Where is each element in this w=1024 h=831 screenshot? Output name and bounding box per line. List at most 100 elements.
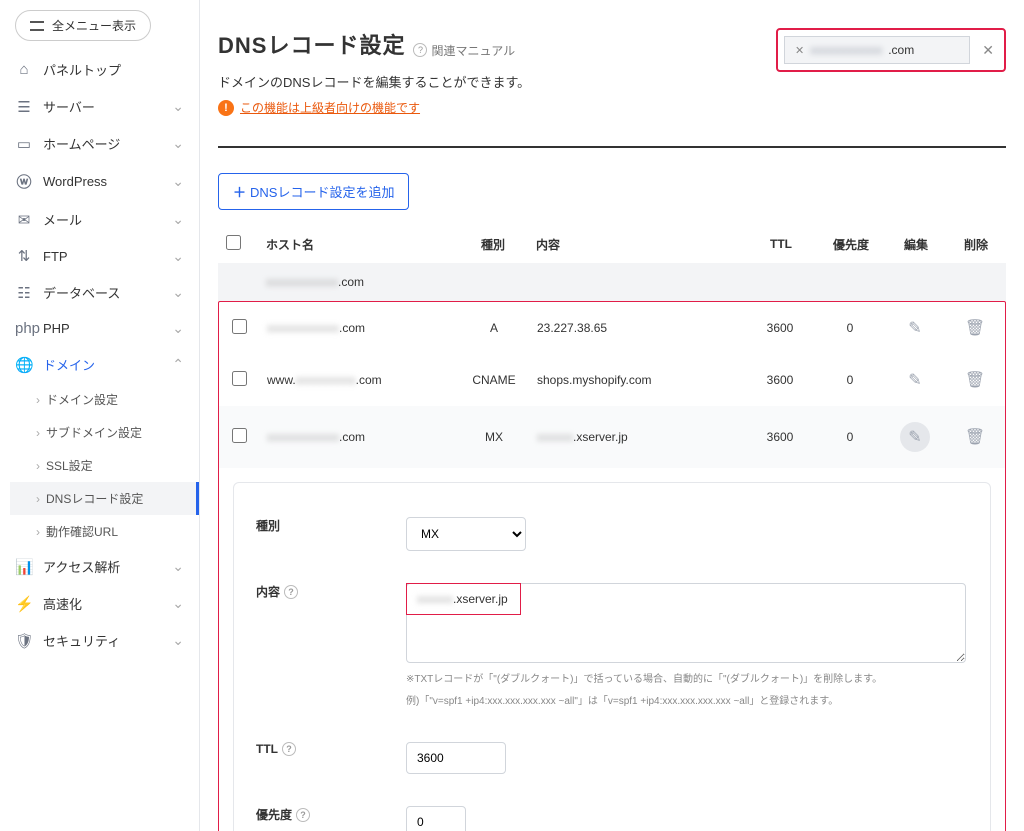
database-icon: ☷ [15, 284, 33, 302]
ttl-input[interactable] [406, 742, 506, 774]
priority-input[interactable] [406, 806, 466, 831]
help-icon[interactable]: ? [282, 742, 296, 756]
main-content: DNSレコード設定 ? 関連マニュアル ドメインのDNSレコードを編集することが… [200, 0, 1024, 831]
row-checkbox[interactable] [232, 319, 247, 334]
sidebar-item-panel-top[interactable]: ⌂パネルトップ [0, 51, 199, 88]
cell-priority: 0 [815, 354, 885, 406]
sidebar-item-label: メール [43, 210, 82, 229]
select-all-checkbox[interactable] [226, 235, 241, 250]
sidebar-item-server[interactable]: ☰ サーバー ⌄ [0, 88, 199, 125]
cell-ttl: 3600 [745, 302, 815, 354]
subnav-subdomain-settings[interactable]: サブドメイン設定 [10, 416, 199, 449]
sidebar-item-label: FTP [43, 249, 68, 264]
warning-icon: ! [218, 100, 234, 116]
edit-icon[interactable]: ✎ [908, 320, 921, 337]
plus-icon: ＋ [233, 182, 246, 201]
help-icon: ? [413, 43, 427, 57]
col-type: 種別 [458, 225, 528, 263]
edit-icon[interactable]: ✎ [900, 422, 930, 452]
sidebar-item-domain[interactable]: 🌐 ドメイン ⌃ [0, 346, 199, 383]
domain-chip[interactable]: ✕ xxxxxxxxxxxx .com [784, 36, 970, 64]
add-dns-record-button[interactable]: ＋ DNSレコード設定を追加 [218, 173, 409, 210]
sidebar-item-label: パネルトップ [43, 60, 121, 79]
sidebar-item-label: ドメイン [43, 355, 95, 374]
subnav-check-url[interactable]: 動作確認URL [10, 515, 199, 548]
ftp-icon: ⇅ [15, 247, 33, 265]
sidebar-item-speed[interactable]: ⚡高速化 ⌄ [0, 585, 199, 622]
hamburger-icon [30, 21, 44, 31]
records-highlight-box: xxxxxxxxxxxx.com A 23.227.38.65 3600 0 ✎… [218, 301, 1006, 831]
sidebar-item-label: PHP [43, 321, 70, 336]
sidebar-item-analytics[interactable]: 📊アクセス解析 ⌄ [0, 548, 199, 585]
header-separator [218, 146, 1006, 148]
help-icon[interactable]: ? [296, 808, 310, 822]
domain-subnav: ドメイン設定 サブドメイン設定 SSL設定 DNSレコード設定 動作確認URL [0, 383, 199, 548]
cell-ttl: 3600 [745, 406, 815, 468]
domain-name-redacted: xxxxxxxxxxxx [810, 43, 882, 57]
edit-record-panel: 種別 MX 内容? [233, 482, 991, 831]
sidebar-item-label: ホームページ [43, 134, 120, 153]
delete-icon[interactable]: 🗑 [965, 372, 985, 389]
delete-icon[interactable]: 🗑 [965, 429, 985, 446]
col-edit: 編集 [886, 225, 946, 263]
sidebar-item-label: データベース [43, 283, 120, 302]
cell-content: 23.227.38.65 [529, 302, 745, 354]
domain-suffix: .com [888, 43, 914, 57]
speed-icon: ⚡ [15, 595, 33, 613]
chevron-down-icon: ⌄ [172, 173, 184, 190]
dns-records-table: ホスト名 種別 内容 TTL 優先度 編集 削除 xxxxxxxxxxxx.co… [218, 225, 1006, 301]
content-help-2: 例)「"v=spf1 +ip4:xxx.xxx.xxx.xxx ~all"」は「… [406, 694, 968, 710]
content-help-1: ※TXTレコードが「"(ダブルクォート)」で括っている場合、自動的に「"(ダブル… [406, 672, 968, 688]
label-priority: 優先度 [256, 806, 292, 823]
chevron-down-icon: ⌄ [172, 284, 184, 301]
server-icon: ☰ [15, 98, 33, 116]
domain-group-row: xxxxxxxxxxxx.com [218, 263, 1006, 301]
subnav-ssl-settings[interactable]: SSL設定 [10, 449, 199, 482]
col-host: ホスト名 [258, 225, 458, 263]
sidebar-item-label: アクセス解析 [43, 557, 120, 576]
wordpress-icon: ⓦ [15, 171, 33, 192]
delete-icon[interactable]: 🗑 [965, 320, 985, 337]
sidebar-item-label: WordPress [43, 174, 107, 189]
content-textarea[interactable] [406, 583, 966, 663]
sidebar-item-label: サーバー [43, 97, 95, 116]
help-icon[interactable]: ? [284, 585, 298, 599]
dns-record-row: www.xxxxxxxxxx.com CNAME shops.myshopify… [219, 354, 1005, 406]
sidebar-item-homepage[interactable]: ▭ホームページ ⌄ [0, 125, 199, 162]
chevron-up-icon: ⌃ [172, 356, 184, 373]
col-delete: 削除 [946, 225, 1006, 263]
cell-content: shops.myshopify.com [529, 354, 745, 406]
col-ttl: TTL [746, 225, 816, 263]
col-priority: 優先度 [816, 225, 886, 263]
chevron-down-icon: ⌄ [172, 632, 184, 649]
chevron-down-icon: ⌄ [172, 135, 184, 152]
warning-link[interactable]: この機能は上級者向けの機能です [240, 99, 420, 116]
type-select[interactable]: MX [406, 517, 526, 551]
all-menu-button[interactable]: 全メニュー表示 [15, 10, 151, 41]
manual-link[interactable]: ? 関連マニュアル [413, 42, 515, 59]
chevron-down-icon: ⌄ [172, 98, 184, 115]
globe-icon: 🌐 [15, 356, 33, 374]
col-content: 内容 [528, 225, 746, 263]
subnav-domain-settings[interactable]: ドメイン設定 [10, 383, 199, 416]
clear-domain-icon[interactable]: ✕ [795, 44, 804, 57]
sidebar-item-mail[interactable]: ✉メール ⌄ [0, 201, 199, 238]
page-description: ドメインのDNSレコードを編集することができます。 [218, 72, 530, 91]
subnav-dns-record-settings[interactable]: DNSレコード設定 [10, 482, 199, 515]
sidebar-item-database[interactable]: ☷ データベース ⌄ [0, 274, 199, 311]
domain-redacted: xxxxxxxxxxxx [266, 275, 338, 289]
dns-record-row: xxxxxxxxxxxx.com MX xxxxxx.xserver.jp 36… [219, 406, 1005, 468]
mail-icon: ✉ [15, 211, 33, 229]
sidebar-item-php[interactable]: php PHP ⌄ [0, 311, 199, 346]
cell-type: CNAME [459, 354, 529, 406]
sidebar-item-wordpress[interactable]: ⓦ WordPress ⌄ [0, 162, 199, 201]
row-checkbox[interactable] [232, 428, 247, 443]
php-icon: php [15, 320, 33, 337]
sidebar-item-ftp[interactable]: ⇅FTP ⌄ [0, 238, 199, 274]
close-icon[interactable]: ✕ [978, 42, 998, 59]
chevron-down-icon: ⌄ [172, 320, 184, 337]
row-checkbox[interactable] [232, 371, 247, 386]
label-ttl: TTL [256, 742, 278, 756]
edit-icon[interactable]: ✎ [908, 372, 921, 389]
sidebar-item-security[interactable]: 🛡セキュリティ ⌄ [0, 622, 199, 659]
